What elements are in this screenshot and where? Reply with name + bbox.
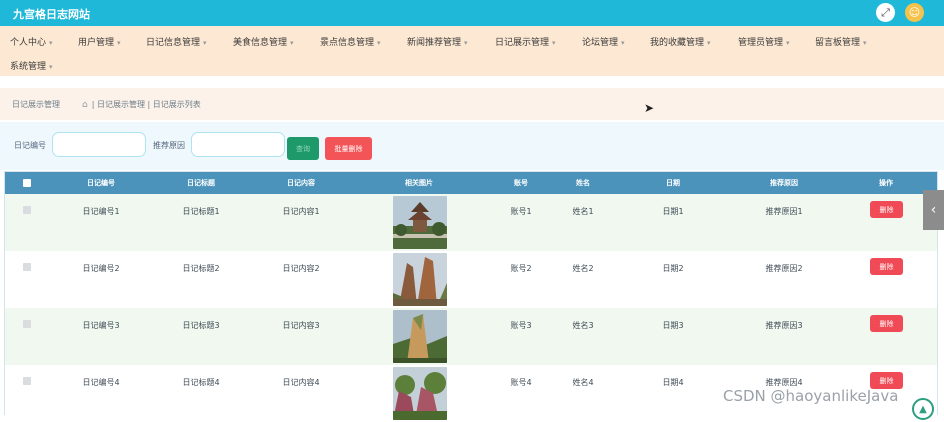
cell-name: 姓名3 xyxy=(572,321,594,330)
row-checkbox[interactable] xyxy=(23,320,31,328)
column-header-reason[interactable]: 推荐原因 xyxy=(770,178,798,188)
data-table: 日记编号 日记标题 日记内容 相关图片 账号 姓名 日期 推荐原因 操作 日记编… xyxy=(4,171,938,422)
cell-content: 日记内容4 xyxy=(282,378,320,387)
diary-photo-cliff[interactable] xyxy=(393,310,447,363)
cell-account: 账号2 xyxy=(510,264,532,273)
row-checkbox[interactable] xyxy=(23,377,31,385)
cell-reason: 推荐原因2 xyxy=(765,264,803,273)
breadcrumb-item[interactable]: 日记展示管理 xyxy=(97,100,145,109)
cell-title: 日记标题4 xyxy=(182,378,220,387)
diary-photo-rock-peaks[interactable] xyxy=(393,253,447,306)
diary-photo-pavilion[interactable] xyxy=(393,196,447,249)
chevron-down-icon: ▾ xyxy=(786,39,790,47)
diary-id-label: 日记编号 xyxy=(14,141,46,150)
cell-content: 日记内容3 xyxy=(282,321,320,330)
chevron-down-icon: ▾ xyxy=(377,39,381,47)
chevron-down-icon: ▾ xyxy=(49,63,53,71)
menu-item-news[interactable]: 新闻推荐管理 ▾ xyxy=(407,35,468,48)
chevron-down-icon: ▾ xyxy=(117,39,121,47)
chevron-down-icon: ▾ xyxy=(49,39,53,47)
chevron-down-icon: ▾ xyxy=(621,39,625,47)
chevron-down-icon: ▾ xyxy=(464,39,468,47)
column-header-title[interactable]: 日记标题 xyxy=(187,178,215,188)
menu-item-personal-center[interactable]: 个人中心 ▾ xyxy=(10,35,53,48)
chevron-down-icon: ▾ xyxy=(863,39,867,47)
table-row: 日记编号2 日记标题2 日记内容2 账号2 姓名2 日期2 推荐原因2 删除 xyxy=(5,251,937,308)
search-button[interactable]: 查询 xyxy=(287,137,319,160)
diary-id-input[interactable] xyxy=(52,132,146,157)
table-row: 日记编号1 日记标题1 日记内容1 账号1 姓名1 日期1 推荐原因1 删除 xyxy=(5,194,937,251)
select-all-checkbox[interactable] xyxy=(23,179,31,187)
breadcrumb: 日记展示管理 ⌂ | 日记展示管理 | 日记展示列表 xyxy=(0,88,944,120)
user-avatar-icon[interactable]: ☺ xyxy=(905,3,924,22)
cell-account: 账号3 xyxy=(510,321,532,330)
menu-item-food-info[interactable]: 美食信息管理 ▾ xyxy=(233,35,294,48)
chevron-down-icon: ▾ xyxy=(707,39,711,47)
table-header: 日记编号 日记标题 日记内容 相关图片 账号 姓名 日期 推荐原因 操作 xyxy=(5,172,937,194)
column-header-account[interactable]: 账号 xyxy=(514,178,528,188)
menu-item-scenic-info[interactable]: 景点信息管理 ▾ xyxy=(320,35,381,48)
row-checkbox[interactable] xyxy=(23,206,31,214)
breadcrumb-path: ⌂ | 日记展示管理 | 日记展示列表 xyxy=(82,100,201,110)
chevron-down-icon: ▾ xyxy=(290,39,294,47)
recommend-reason-label: 推荐原因 xyxy=(153,141,185,150)
cell-date: 日期4 xyxy=(662,378,684,387)
cell-diary-id: 日记编号4 xyxy=(82,378,120,387)
column-header-diary-id[interactable]: 日记编号 xyxy=(87,178,115,188)
menu-item-favorites[interactable]: 我的收藏管理 ▾ xyxy=(650,35,711,48)
menu-item-system[interactable]: 系统管理 ▾ xyxy=(10,59,53,72)
delete-button[interactable]: 删除 xyxy=(870,258,903,275)
batch-delete-button[interactable]: 批量删除 xyxy=(325,137,372,160)
chevron-down-icon: ▾ xyxy=(552,39,556,47)
column-header-content[interactable]: 日记内容 xyxy=(287,178,315,188)
cell-account: 账号4 xyxy=(510,378,532,387)
delete-button[interactable]: 删除 xyxy=(870,201,903,218)
column-header-date[interactable]: 日期 xyxy=(666,178,680,188)
menu-item-admin[interactable]: 管理员管理 ▾ xyxy=(738,35,790,48)
cell-reason: 推荐原因3 xyxy=(765,321,803,330)
menu-item-message-board[interactable]: 留言板管理 ▾ xyxy=(815,35,867,48)
cell-name: 姓名2 xyxy=(572,264,594,273)
watermark: CSDN @haoyanlikeJava xyxy=(723,387,899,405)
menu-item-forum[interactable]: 论坛管理 ▾ xyxy=(582,35,625,48)
diary-photo-mountains[interactable] xyxy=(393,367,447,420)
menu-item-diary-showcase[interactable]: 日记展示管理 ▾ xyxy=(495,35,556,48)
site-title: 九宫格日志网站 xyxy=(13,8,90,21)
recommend-reason-input[interactable] xyxy=(191,132,285,157)
cell-content: 日记内容1 xyxy=(282,207,320,216)
chevron-down-icon: ▾ xyxy=(203,39,207,47)
breadcrumb-item-current: 日记展示列表 xyxy=(152,100,201,109)
home-icon[interactable]: ⌂ xyxy=(82,100,88,110)
top-bar: 九宫格日志网站 ⤢ ☺ xyxy=(0,0,944,26)
row-checkbox[interactable] xyxy=(23,263,31,271)
cell-date: 日期2 xyxy=(662,264,684,273)
cell-name: 姓名4 xyxy=(572,378,594,387)
main-menu: 个人中心 ▾ 用户管理 ▾ 日记信息管理 ▾ 美食信息管理 ▾ 景点信息管理 ▾ 新闻推荐… xyxy=(0,26,944,76)
mouse-cursor-icon: ➤ xyxy=(644,101,655,115)
cell-diary-id: 日记编号2 xyxy=(82,264,120,273)
cell-name: 姓名1 xyxy=(572,207,594,216)
delete-button[interactable]: 删除 xyxy=(870,315,903,332)
back-to-top-icon[interactable]: ▲ xyxy=(912,398,934,420)
column-header-name[interactable]: 姓名 xyxy=(576,178,590,188)
cell-reason: 推荐原因1 xyxy=(765,207,803,216)
menu-item-user-management[interactable]: 用户管理 ▾ xyxy=(78,35,121,48)
breadcrumb-section-title: 日记展示管理 xyxy=(12,100,60,109)
chevron-left-icon[interactable]: ‹ xyxy=(923,190,944,230)
cell-account: 账号1 xyxy=(510,207,532,216)
cell-date: 日期1 xyxy=(662,207,684,216)
expand-icon[interactable]: ⤢ xyxy=(876,3,895,22)
cell-title: 日记标题1 xyxy=(182,207,220,216)
cell-date: 日期3 xyxy=(662,321,684,330)
menu-item-diary-info[interactable]: 日记信息管理 ▾ xyxy=(146,35,207,48)
column-header-image: 相关图片 xyxy=(405,179,433,187)
cell-diary-id: 日记编号1 xyxy=(82,207,120,216)
cell-content: 日记内容2 xyxy=(282,264,320,273)
cell-title: 日记标题3 xyxy=(182,321,220,330)
cell-title: 日记标题2 xyxy=(182,264,220,273)
column-header-action: 操作 xyxy=(879,179,893,187)
table-row: 日记编号3 日记标题3 日记内容3 账号3 姓名3 日期3 推荐原因3 删除 xyxy=(5,308,937,365)
cell-diary-id: 日记编号3 xyxy=(82,321,120,330)
